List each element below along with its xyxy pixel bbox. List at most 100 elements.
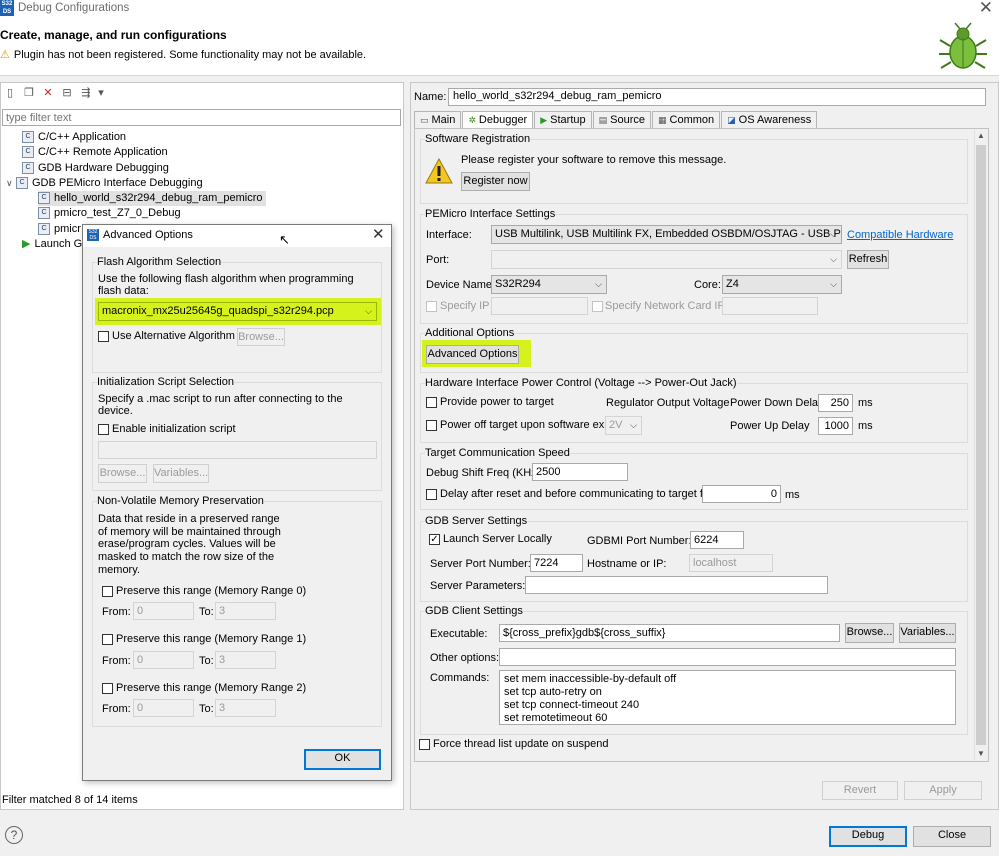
delete-icon[interactable]: ✕: [40, 86, 56, 100]
alt-algo-browse-button[interactable]: Browse...: [237, 328, 285, 346]
provide-power-checkbox[interactable]: [426, 397, 437, 408]
compatible-hardware-link[interactable]: Compatible Hardware: [847, 229, 953, 241]
commands-textarea[interactable]: set mem inaccessible-by-default off set …: [499, 670, 956, 725]
debug-button[interactable]: Debug: [829, 826, 907, 847]
tree-item[interactable]: C GDB Hardware Debugging: [22, 161, 169, 176]
power-up-delay-input[interactable]: 1000: [818, 417, 853, 435]
delay-after-reset-checkbox[interactable]: [426, 489, 437, 500]
tree-item[interactable]: Cpmicro_test_Z7_0_Debug: [38, 206, 181, 221]
browse-button[interactable]: Browse...: [845, 623, 894, 643]
filter-input[interactable]: [2, 109, 401, 126]
debug-bug-icon: [939, 22, 987, 69]
config-name-input[interactable]: hello_world_s32r294_debug_ram_pemicro: [448, 88, 986, 106]
tree-item[interactable]: C C/C++ Application: [22, 130, 126, 145]
tab-os-awareness[interactable]: ◪ OS Awareness: [721, 111, 818, 128]
os-icon: ◪: [727, 115, 736, 125]
range-1-to-input[interactable]: 3: [215, 651, 276, 669]
collapse-all-icon[interactable]: ⊟: [59, 86, 75, 100]
hostname-input[interactable]: localhost: [689, 554, 773, 572]
group-title: Hardware Interface Power Control (Voltag…: [425, 377, 737, 389]
tab-source[interactable]: ▤ Source: [592, 111, 651, 128]
revert-button[interactable]: Revert: [822, 781, 898, 800]
flash-desc: Use the following flash algorithm when p…: [98, 273, 354, 297]
preserve-range-1-label: Preserve this range (Memory Range 1): [116, 633, 307, 645]
power-down-delay-input[interactable]: 250: [818, 394, 853, 412]
filter-icon[interactable]: ⇶: [78, 86, 94, 100]
tab-main[interactable]: ▭ Main: [414, 111, 462, 128]
cpp-app-icon: C: [22, 162, 34, 175]
interface-value: USB Multilink, USB Multilink FX, Embedde…: [495, 228, 842, 240]
scroll-down-icon[interactable]: ▼: [977, 749, 985, 758]
chevron-down-icon[interactable]: ▾: [97, 86, 105, 100]
delay-input[interactable]: 0: [702, 485, 781, 503]
use-alt-algo-checkbox[interactable]: [98, 331, 109, 342]
apply-button[interactable]: Apply: [904, 781, 982, 800]
cpp-app-icon: C: [38, 223, 50, 236]
scrollbar-thumb[interactable]: [976, 145, 986, 745]
nic-input[interactable]: [722, 297, 818, 315]
ok-button[interactable]: OK: [304, 749, 381, 770]
tree-item-selected[interactable]: Chello_world_s32r294_debug_ram_pemicro: [38, 191, 266, 206]
duplicate-icon[interactable]: ❐: [21, 86, 37, 100]
range-2-from-input[interactable]: 0: [133, 699, 194, 717]
tree-item[interactable]: ▶ Launch G: [22, 237, 82, 252]
advanced-options-button[interactable]: Advanced Options: [426, 345, 519, 364]
new-config-icon[interactable]: ▯: [2, 86, 18, 100]
core-select[interactable]: Z4 ⌵: [722, 275, 842, 294]
app-icon: S32 DS: [87, 229, 99, 241]
refresh-button[interactable]: Refresh: [847, 250, 889, 269]
preserve-range-0-checkbox[interactable]: [102, 586, 113, 597]
power-off-checkbox[interactable]: [426, 420, 437, 431]
range-0-to-input[interactable]: 3: [215, 602, 276, 620]
force-thread-checkbox[interactable]: [419, 739, 430, 750]
init-variables-button[interactable]: Variables...: [153, 464, 209, 483]
tab-common[interactable]: ▦ Common: [652, 111, 721, 128]
interface-select[interactable]: USB Multilink, USB Multilink FX, Embedde…: [491, 225, 842, 244]
specify-nic-checkbox[interactable]: [592, 301, 603, 312]
tab-debugger[interactable]: ✲ Debugger: [462, 111, 534, 129]
init-browse-button[interactable]: Browse...: [98, 464, 147, 483]
flash-algorithm-select[interactable]: macronix_mx25u25645g_quadspi_s32r294.pcp…: [98, 302, 377, 321]
launch-locally-checkbox[interactable]: ✓: [429, 534, 440, 545]
chevron-down-icon: ⌵: [830, 279, 837, 289]
chevron-down-icon: ⌵: [595, 279, 602, 289]
tab-startup[interactable]: ▶ Startup: [534, 111, 592, 128]
chevron-down-icon: ⌵: [365, 306, 372, 316]
gdbmi-port-input[interactable]: 6224: [690, 531, 744, 549]
server-params-label: Server Parameters:: [430, 580, 526, 592]
tree-item[interactable]: ∨ C GDB PEMicro Interface Debugging: [6, 176, 203, 191]
voltage-select[interactable]: 2V ⌵: [605, 416, 642, 435]
tree-item[interactable]: Cpmicr: [38, 222, 81, 237]
help-icon[interactable]: ?: [5, 826, 23, 844]
gdbmi-port-label: GDBMI Port Number:: [587, 535, 692, 547]
port-select[interactable]: ⌵: [491, 250, 842, 269]
specify-ip-checkbox[interactable]: [426, 301, 437, 312]
init-script-input[interactable]: [98, 441, 377, 459]
close-button[interactable]: Close: [913, 826, 991, 847]
other-options-input[interactable]: [499, 648, 956, 666]
power-control-group: [420, 383, 968, 443]
executable-input[interactable]: ${cross_prefix}gdb${cross_suffix}: [499, 624, 840, 642]
chevron-down-icon[interactable]: ∨: [6, 176, 16, 191]
group-title: Additional Options: [425, 327, 515, 339]
enable-init-checkbox[interactable]: [98, 424, 109, 435]
tree-item[interactable]: C C/C++ Remote Application: [22, 145, 168, 160]
server-params-input[interactable]: [525, 576, 828, 594]
server-port-input[interactable]: 7224: [530, 554, 583, 572]
device-name-select[interactable]: S32R294 ⌵: [491, 275, 607, 294]
debug-shift-input[interactable]: 2500: [532, 463, 628, 481]
scroll-up-icon[interactable]: ▲: [977, 131, 985, 140]
preserve-range-2-checkbox[interactable]: [102, 683, 113, 694]
warning-icon: [425, 158, 453, 184]
window-close-icon[interactable]: ✕: [979, 0, 993, 18]
preserve-range-1-checkbox[interactable]: [102, 634, 113, 645]
close-icon[interactable]: ✕: [372, 225, 385, 243]
range-1-from-input[interactable]: 0: [133, 651, 194, 669]
variables-button[interactable]: Variables...: [899, 623, 956, 643]
range-2-to-input[interactable]: 3: [215, 699, 276, 717]
ip-input[interactable]: [491, 297, 588, 315]
name-label: Name:: [414, 91, 447, 103]
register-now-button[interactable]: Register now: [461, 172, 530, 191]
range-0-from-input[interactable]: 0: [133, 602, 194, 620]
registration-message: Please register your software to remove …: [461, 154, 727, 166]
